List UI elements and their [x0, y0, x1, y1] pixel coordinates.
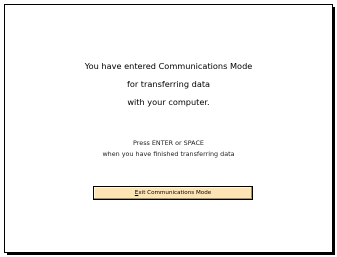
- exit-button-label: xit Communications Mode: [138, 190, 212, 196]
- headline-line-2: for transferring data: [126, 79, 211, 89]
- communications-mode-screen: [4, 4, 335, 255]
- headline-line-3: with your computer.: [127, 97, 210, 107]
- instruction-line-2: when you have finished transferring data: [102, 150, 235, 158]
- headline-line-1: You have entered Communications Mode: [84, 61, 253, 71]
- instruction-line-1: Press ENTER or SPACE: [133, 139, 204, 147]
- exit-communications-mode-button[interactable]: Exit Communications Mode: [93, 186, 253, 200]
